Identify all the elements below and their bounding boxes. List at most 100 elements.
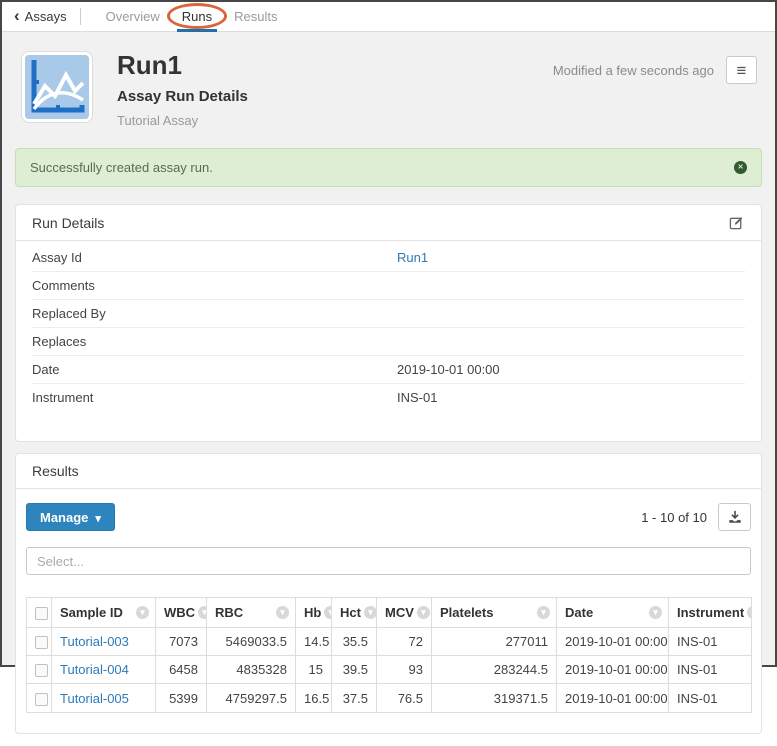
column-header-inner: Date [565, 605, 662, 620]
results-table: Sample ID WBC RBC HbHct MCV Platelets Date Inst… [26, 597, 752, 712]
results-toolbar: Manage 1 - 10 of 10 [26, 503, 751, 531]
field-label: Comments [32, 278, 397, 293]
column-menu-icon[interactable] [537, 606, 550, 619]
edit-run-button[interactable] [728, 214, 745, 231]
cell-instrument: INS-01 [669, 656, 752, 684]
cell-hct: 39.5 [332, 656, 377, 684]
cell-mcv: 72 [377, 628, 432, 656]
row-checkbox-cell [27, 684, 52, 712]
column-header-inner: Platelets [440, 605, 550, 620]
tab-runs[interactable]: Runs [171, 2, 223, 31]
sample-id-link[interactable]: Tutorial-005 [60, 691, 129, 706]
column-header-sample-id[interactable]: Sample ID [52, 598, 156, 628]
column-header-platelets[interactable]: Platelets [432, 598, 557, 628]
field-label: Replaces [32, 334, 397, 349]
export-button[interactable] [718, 503, 751, 531]
column-menu-icon[interactable] [324, 606, 331, 619]
column-label: Instrument [677, 605, 744, 620]
field-value: INS-01 [397, 390, 437, 405]
table-header-row: Sample ID WBC RBC HbHct MCV Platelets Date Inst… [27, 598, 752, 628]
column-header-inner: WBC [164, 605, 200, 620]
column-header-rbc[interactable]: RBC [207, 598, 296, 628]
column-menu-icon[interactable] [417, 606, 430, 619]
field-row-replaced-by: Replaced By [32, 300, 745, 328]
cell-wbc: 5399 [156, 684, 207, 712]
chevron-left-icon [14, 8, 20, 25]
field-row-assay-id: Assay IdRun1 [32, 244, 745, 272]
success-alert: Successfully created assay run. [15, 148, 762, 187]
tab-label: Overview [106, 9, 160, 24]
cell-hct: 35.5 [332, 628, 377, 656]
manage-button[interactable]: Manage [26, 503, 115, 531]
run-details-heading: Run Details [16, 205, 761, 241]
back-link-assays[interactable]: Assays [14, 2, 67, 31]
row-checkbox[interactable] [35, 636, 48, 649]
alert-close-button[interactable] [734, 161, 747, 174]
select-all-checkbox[interactable] [35, 607, 48, 620]
column-header-instrument[interactable]: Instrument [669, 598, 752, 628]
tab-results[interactable]: Results [223, 2, 288, 31]
column-label: RBC [215, 605, 243, 620]
select-all-header-cell [27, 598, 52, 628]
column-header-mcv[interactable]: MCV [377, 598, 432, 628]
toolbar-right: 1 - 10 of 10 [641, 503, 751, 531]
cell-rbc: 4759297.5 [207, 684, 296, 712]
caret-down-icon [95, 510, 101, 525]
pagination-text: 1 - 10 of 10 [641, 510, 707, 525]
column-header-inner: MCV [385, 605, 425, 620]
field-row-replaces: Replaces [32, 328, 745, 356]
tab-label: Runs [182, 9, 212, 24]
results-body: Manage 1 - 10 of 10 Sample IDWBCRBCH [16, 489, 761, 732]
column-menu-icon[interactable] [364, 606, 377, 619]
column-header-inner: Sample ID [60, 605, 149, 620]
menu-button[interactable] [726, 56, 757, 84]
row-checkbox[interactable] [35, 693, 48, 706]
field-row-instrument: InstrumentINS-01 [32, 384, 745, 411]
back-link-label: Assays [25, 9, 67, 24]
cell-wbc: 6458 [156, 656, 207, 684]
column-menu-icon[interactable] [747, 606, 751, 619]
tab-overview[interactable]: Overview [95, 2, 171, 31]
manage-button-label: Manage [40, 510, 88, 525]
table-row: Tutorial-004645848353281539.593283244.52… [27, 656, 752, 684]
edit-pencil-icon [729, 215, 744, 230]
sample-id-link[interactable]: Tutorial-003 [60, 634, 129, 649]
topnav: Assays Overview Runs Results [2, 2, 775, 32]
column-label: MCV [385, 605, 414, 620]
row-checkbox[interactable] [35, 664, 48, 677]
cell-date: 2019-10-01 00:00 [557, 656, 669, 684]
cell-sample-id: Tutorial-005 [52, 684, 156, 712]
line-chart-icon [22, 52, 92, 122]
results-title: Results [32, 463, 79, 479]
column-menu-icon[interactable] [198, 606, 206, 619]
modified-timestamp: Modified a few seconds ago [553, 63, 714, 78]
column-label: Platelets [440, 605, 493, 620]
column-menu-icon[interactable] [136, 606, 149, 619]
column-header-wbc[interactable]: WBC [156, 598, 207, 628]
page-title: Run1 [117, 52, 553, 79]
field-row-date: Date2019-10-01 00:00 [32, 356, 745, 384]
page-subtitle: Assay Run Details [117, 88, 553, 105]
cell-sample-id: Tutorial-003 [52, 628, 156, 656]
cell-hb: 16.5 [296, 684, 332, 712]
nav-divider [80, 8, 81, 25]
cell-hb: 14.5 [296, 628, 332, 656]
table-body: Tutorial-00370735469033.514.535.57227701… [27, 628, 752, 712]
cell-rbc: 5469033.5 [207, 628, 296, 656]
row-checkbox-cell [27, 656, 52, 684]
table-row: Tutorial-00553994759297.516.537.576.5319… [27, 684, 752, 712]
run-details-panel: Run Details Assay IdRun1CommentsReplaced… [15, 204, 762, 442]
column-header-hct[interactable]: Hct [332, 598, 377, 628]
column-header-hb[interactable]: Hb [296, 598, 332, 628]
cell-platelets: 277011 [432, 628, 557, 656]
field-value[interactable]: Run1 [397, 250, 428, 265]
column-label: Sample ID [60, 605, 123, 620]
filter-select-input[interactable] [26, 547, 751, 575]
column-header-date[interactable]: Date [557, 598, 669, 628]
column-menu-icon[interactable] [276, 606, 289, 619]
column-menu-icon[interactable] [649, 606, 662, 619]
sample-id-link[interactable]: Tutorial-004 [60, 662, 129, 677]
cell-date: 2019-10-01 00:00 [557, 684, 669, 712]
field-label: Assay Id [32, 250, 397, 265]
hamburger-menu-icon [737, 62, 747, 79]
